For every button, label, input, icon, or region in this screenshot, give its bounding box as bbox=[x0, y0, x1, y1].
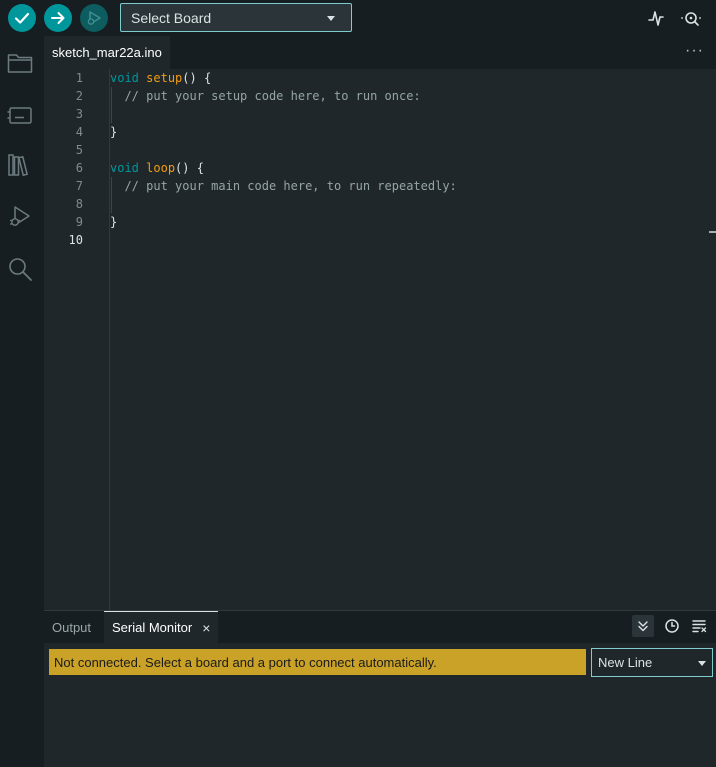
code-line: // put your setup code here, to run once… bbox=[110, 87, 421, 105]
check-icon bbox=[14, 12, 30, 24]
bottom-panel: Output Serial Monitor × Not connected. S… bbox=[44, 610, 716, 767]
chevron-down-icon bbox=[327, 16, 335, 21]
code-editor[interactable]: 1 2 3 4 5 6 7 8 9 10 void setup() { // put your s… bbox=[44, 69, 716, 610]
code-token: } bbox=[110, 125, 118, 139]
clear-output-icon bbox=[692, 620, 707, 633]
clear-output-button[interactable] bbox=[688, 615, 710, 637]
sidebar-item-debug[interactable] bbox=[6, 203, 34, 231]
toolbar: Select Board bbox=[0, 0, 716, 36]
more-icon[interactable]: ··· bbox=[685, 42, 704, 60]
serial-plotter-button[interactable] bbox=[644, 6, 668, 30]
editor-tabbar: sketch_mar22a.ino ··· bbox=[44, 36, 716, 69]
close-icon[interactable]: × bbox=[202, 620, 210, 636]
line-number: 3 bbox=[75, 107, 83, 121]
line-number: 8 bbox=[75, 197, 83, 211]
code-token: // put your setup code here, to run once… bbox=[110, 89, 421, 103]
verify-button[interactable] bbox=[8, 4, 36, 32]
code-token: } bbox=[110, 215, 118, 229]
chevron-down-icon bbox=[698, 661, 706, 666]
code-token: void bbox=[110, 71, 139, 85]
scrollbar-cursor-marker bbox=[709, 231, 716, 233]
code-token: void bbox=[110, 161, 139, 175]
sidebar-item-sketchbook[interactable] bbox=[6, 49, 34, 77]
code-line: } bbox=[110, 123, 117, 141]
panel-tabbar: Output Serial Monitor × bbox=[44, 611, 716, 643]
code-area[interactable]: void setup() { // put your setup code he… bbox=[109, 69, 716, 610]
line-number: 9 bbox=[75, 215, 83, 229]
line-number: 1 bbox=[75, 71, 83, 85]
connection-status-message: Not connected. Select a board and a port… bbox=[49, 649, 586, 675]
line-number: 4 bbox=[75, 125, 83, 139]
sidebar bbox=[0, 36, 44, 767]
serial-plotter-icon bbox=[648, 11, 664, 26]
serial-monitor-icon bbox=[681, 12, 701, 26]
folder-icon bbox=[7, 54, 33, 73]
tab-serial-monitor[interactable]: Serial Monitor × bbox=[104, 611, 219, 643]
sidebar-item-boards-manager[interactable] bbox=[6, 101, 34, 129]
tab-output[interactable]: Output bbox=[52, 611, 91, 643]
code-token: setup bbox=[146, 71, 183, 85]
line-number: 5 bbox=[75, 143, 83, 157]
line-number: 7 bbox=[75, 179, 83, 193]
line-number: 10 bbox=[68, 233, 83, 247]
board-select-label: Select Board bbox=[131, 9, 212, 26]
code-token: () { bbox=[175, 161, 204, 175]
serial-monitor-button[interactable] bbox=[679, 6, 703, 30]
debug-button[interactable] bbox=[80, 4, 108, 32]
code-line: } bbox=[110, 213, 117, 231]
code-token: // put your main code here, to run repea… bbox=[110, 179, 457, 193]
sidebar-item-library-manager[interactable] bbox=[6, 151, 34, 179]
sidebar-item-search[interactable] bbox=[6, 255, 34, 283]
line-number: 6 bbox=[75, 161, 83, 175]
line-number: 2 bbox=[75, 89, 83, 103]
code-line: // put your main code here, to run repea… bbox=[110, 177, 457, 195]
timestamp-button[interactable] bbox=[661, 615, 683, 637]
board-select-dropdown[interactable]: Select Board bbox=[120, 3, 352, 32]
tab-serial-monitor-label: Serial Monitor bbox=[112, 620, 193, 635]
search-icon bbox=[9, 258, 32, 281]
line-ending-select[interactable]: New Line bbox=[591, 648, 713, 677]
clock-icon bbox=[665, 619, 679, 633]
line-ending-label: New Line bbox=[598, 655, 653, 670]
code-token: () { bbox=[182, 71, 212, 85]
board-manager-icon bbox=[7, 107, 32, 124]
code-line: void setup() { bbox=[110, 69, 211, 87]
chevrons-down-icon bbox=[638, 621, 648, 632]
code-line: void loop() { bbox=[110, 159, 204, 177]
tab-sketch[interactable]: sketch_mar22a.ino bbox=[44, 36, 170, 69]
autoscroll-button[interactable] bbox=[632, 615, 654, 637]
code-token: loop bbox=[146, 161, 176, 175]
arrow-right-icon bbox=[51, 12, 65, 24]
debug-icon bbox=[10, 206, 30, 226]
upload-button[interactable] bbox=[44, 4, 72, 32]
library-icon bbox=[8, 154, 29, 177]
line-number-gutter: 1 2 3 4 5 6 7 8 9 10 bbox=[44, 69, 104, 610]
debug-play-icon bbox=[87, 11, 101, 25]
